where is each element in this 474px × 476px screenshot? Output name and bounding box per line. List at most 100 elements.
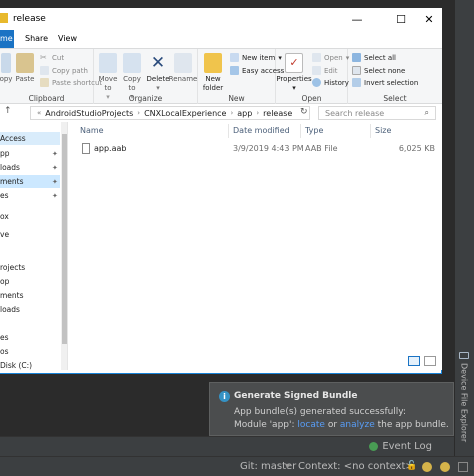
edit-button[interactable]: Edit bbox=[312, 66, 338, 75]
details-view-icon[interactable] bbox=[408, 356, 420, 366]
minimize-button[interactable]: — bbox=[342, 10, 372, 28]
column-header-name[interactable]: Name bbox=[80, 126, 104, 135]
ribbon: opy Paste ✂ Cut Copy path Paste shortcut … bbox=[0, 48, 442, 105]
rename-icon bbox=[174, 53, 192, 73]
column-divider[interactable] bbox=[228, 124, 229, 138]
clipboard-group: opy Paste ✂ Cut Copy path Paste shortcut … bbox=[0, 49, 102, 105]
breadcrumb-app[interactable]: app bbox=[237, 109, 252, 118]
select-group: Select all Select none Invert selection … bbox=[348, 49, 442, 105]
history-icon bbox=[312, 78, 321, 87]
close-button[interactable]: ✕ bbox=[414, 10, 444, 28]
event-log-icon bbox=[369, 442, 379, 451]
address-row: ↑ « AndroidStudioProjects › CNXLocalExpe… bbox=[0, 104, 442, 122]
copy-path-button[interactable]: Copy path bbox=[40, 66, 88, 75]
new-folder-button[interactable]: New folder bbox=[200, 53, 226, 93]
nav-item[interactable]: ments ✦ bbox=[0, 175, 60, 188]
notification-balloon: i Generate Signed Bundle App bundle(s) g… bbox=[209, 382, 454, 436]
smiley-icon[interactable] bbox=[422, 462, 432, 472]
cut-button[interactable]: ✂ Cut bbox=[40, 53, 64, 62]
history-button[interactable]: History bbox=[312, 78, 349, 87]
pin-icon: ✦ bbox=[52, 163, 58, 172]
pin-icon: ✦ bbox=[52, 149, 58, 158]
context-widget[interactable]: Context: <no context> bbox=[298, 461, 414, 472]
move-to-icon bbox=[99, 53, 117, 73]
clipboard-group-label: Clipboard bbox=[28, 94, 65, 103]
copy-button[interactable]: opy bbox=[0, 53, 12, 84]
view-toggle bbox=[408, 356, 436, 366]
maximize-button[interactable]: ☐ bbox=[386, 10, 416, 28]
open-group-label: Open bbox=[301, 94, 322, 103]
pin-icon: ✦ bbox=[52, 177, 58, 186]
breadcrumb-androidstudioprojects[interactable]: AndroidStudioProjects bbox=[45, 109, 133, 118]
chevron-right-icon: › bbox=[137, 109, 141, 117]
nav-item[interactable]: op bbox=[0, 275, 60, 288]
nav-item[interactable]: es ✦ bbox=[0, 189, 60, 202]
tab-home[interactable]: me bbox=[0, 30, 14, 48]
paste-icon bbox=[16, 53, 34, 73]
lock-icon[interactable]: 🔓 bbox=[406, 461, 417, 471]
up-arrow-icon[interactable]: ↑ bbox=[4, 106, 12, 116]
frown-icon[interactable] bbox=[440, 462, 450, 472]
column-divider[interactable] bbox=[300, 124, 301, 138]
new-item-button[interactable]: New item ▾ bbox=[230, 53, 282, 62]
large-icons-view-icon[interactable] bbox=[424, 356, 436, 366]
file-name: app.aab bbox=[94, 144, 127, 153]
nav-item[interactable]: loads ✦ bbox=[0, 161, 60, 174]
memory-indicator-icon[interactable] bbox=[458, 462, 468, 472]
device-icon bbox=[459, 352, 469, 359]
file-icon bbox=[82, 143, 90, 154]
device-file-explorer-tab[interactable]: Device File Explorer bbox=[457, 352, 471, 442]
refresh-icon[interactable]: ↻ bbox=[300, 107, 308, 117]
search-input[interactable]: Search release ⌕ bbox=[318, 106, 436, 120]
event-log-button[interactable]: Event Log bbox=[369, 441, 432, 452]
invert-selection-button[interactable]: Invert selection bbox=[352, 78, 418, 87]
delete-x-icon: ✕ bbox=[150, 53, 166, 73]
file-row[interactable]: app.aab 3/9/2019 4:43 PM AAB File 6,025 … bbox=[78, 142, 438, 156]
analyze-link[interactable]: analyze bbox=[340, 420, 375, 430]
chevron-down-icon: ▾ bbox=[292, 84, 296, 92]
nav-item[interactable]: rojects bbox=[0, 261, 60, 274]
breadcrumb-cnxlocalexperience[interactable]: CNXLocalExperience bbox=[144, 109, 226, 118]
select-all-button[interactable]: Select all bbox=[352, 53, 396, 62]
nav-item[interactable]: ve bbox=[0, 228, 60, 241]
nav-item[interactable]: ments bbox=[0, 289, 60, 302]
file-list: Name Date modified Type Size app.aab 3/9… bbox=[70, 122, 442, 370]
nav-item[interactable]: os bbox=[0, 345, 60, 358]
address-bar[interactable]: « AndroidStudioProjects › CNXLocalExperi… bbox=[30, 106, 310, 120]
nav-item[interactable]: loads bbox=[0, 303, 60, 316]
open-button[interactable]: Open ▾ bbox=[312, 53, 349, 62]
locate-link[interactable]: locate bbox=[297, 420, 325, 430]
delete-button[interactable]: ✕ Delete ▾ bbox=[146, 53, 170, 93]
select-group-label: Select bbox=[383, 94, 407, 103]
bottom-tool-bar: Event Log bbox=[0, 436, 454, 456]
paste-button[interactable]: Paste bbox=[14, 53, 36, 84]
properties-button[interactable]: ✓ Properties ▾ bbox=[276, 53, 312, 93]
nav-item[interactable]: ox bbox=[0, 210, 60, 223]
column-header-type[interactable]: Type bbox=[305, 126, 323, 135]
nav-item[interactable]: pp ✦ bbox=[0, 147, 60, 160]
tab-view[interactable]: View bbox=[58, 34, 77, 43]
nav-item[interactable]: es bbox=[0, 331, 60, 344]
breadcrumb-release[interactable]: release bbox=[263, 109, 292, 118]
info-icon: i bbox=[219, 391, 230, 402]
scroll-thumb[interactable] bbox=[62, 134, 67, 344]
column-header-date[interactable]: Date modified bbox=[233, 126, 290, 135]
rename-button[interactable]: Rename bbox=[169, 53, 197, 84]
select-none-button[interactable]: Select none bbox=[352, 66, 405, 75]
file-type: AAB File bbox=[305, 144, 338, 153]
notification-actions: Module 'app': locate or analyze the app … bbox=[234, 420, 449, 430]
paste-shortcut-button[interactable]: Paste shortcut bbox=[40, 78, 102, 87]
chevron-right-icon: › bbox=[230, 109, 234, 117]
nav-scrollbar[interactable] bbox=[61, 122, 67, 370]
tab-share[interactable]: Share bbox=[25, 34, 48, 43]
nav-item-local-disk[interactable]: Disk (C:) bbox=[0, 359, 60, 370]
file-date: 3/9/2019 4:43 PM bbox=[233, 144, 304, 153]
column-header-size[interactable]: Size bbox=[375, 126, 391, 135]
column-divider[interactable] bbox=[370, 124, 371, 138]
nav-item-quick-access[interactable]: Access bbox=[0, 132, 60, 145]
select-all-icon bbox=[352, 53, 361, 62]
notification-title: Generate Signed Bundle bbox=[234, 391, 358, 401]
event-log-label: Event Log bbox=[382, 441, 432, 452]
organize-group: Move to ▾ Copy to ▾ ✕ Delete ▾ Rename Or… bbox=[94, 49, 198, 105]
navigation-pane: Access pp ✦ loads ✦ ments ✦ es ✦ ox ve rojec… bbox=[0, 122, 68, 370]
